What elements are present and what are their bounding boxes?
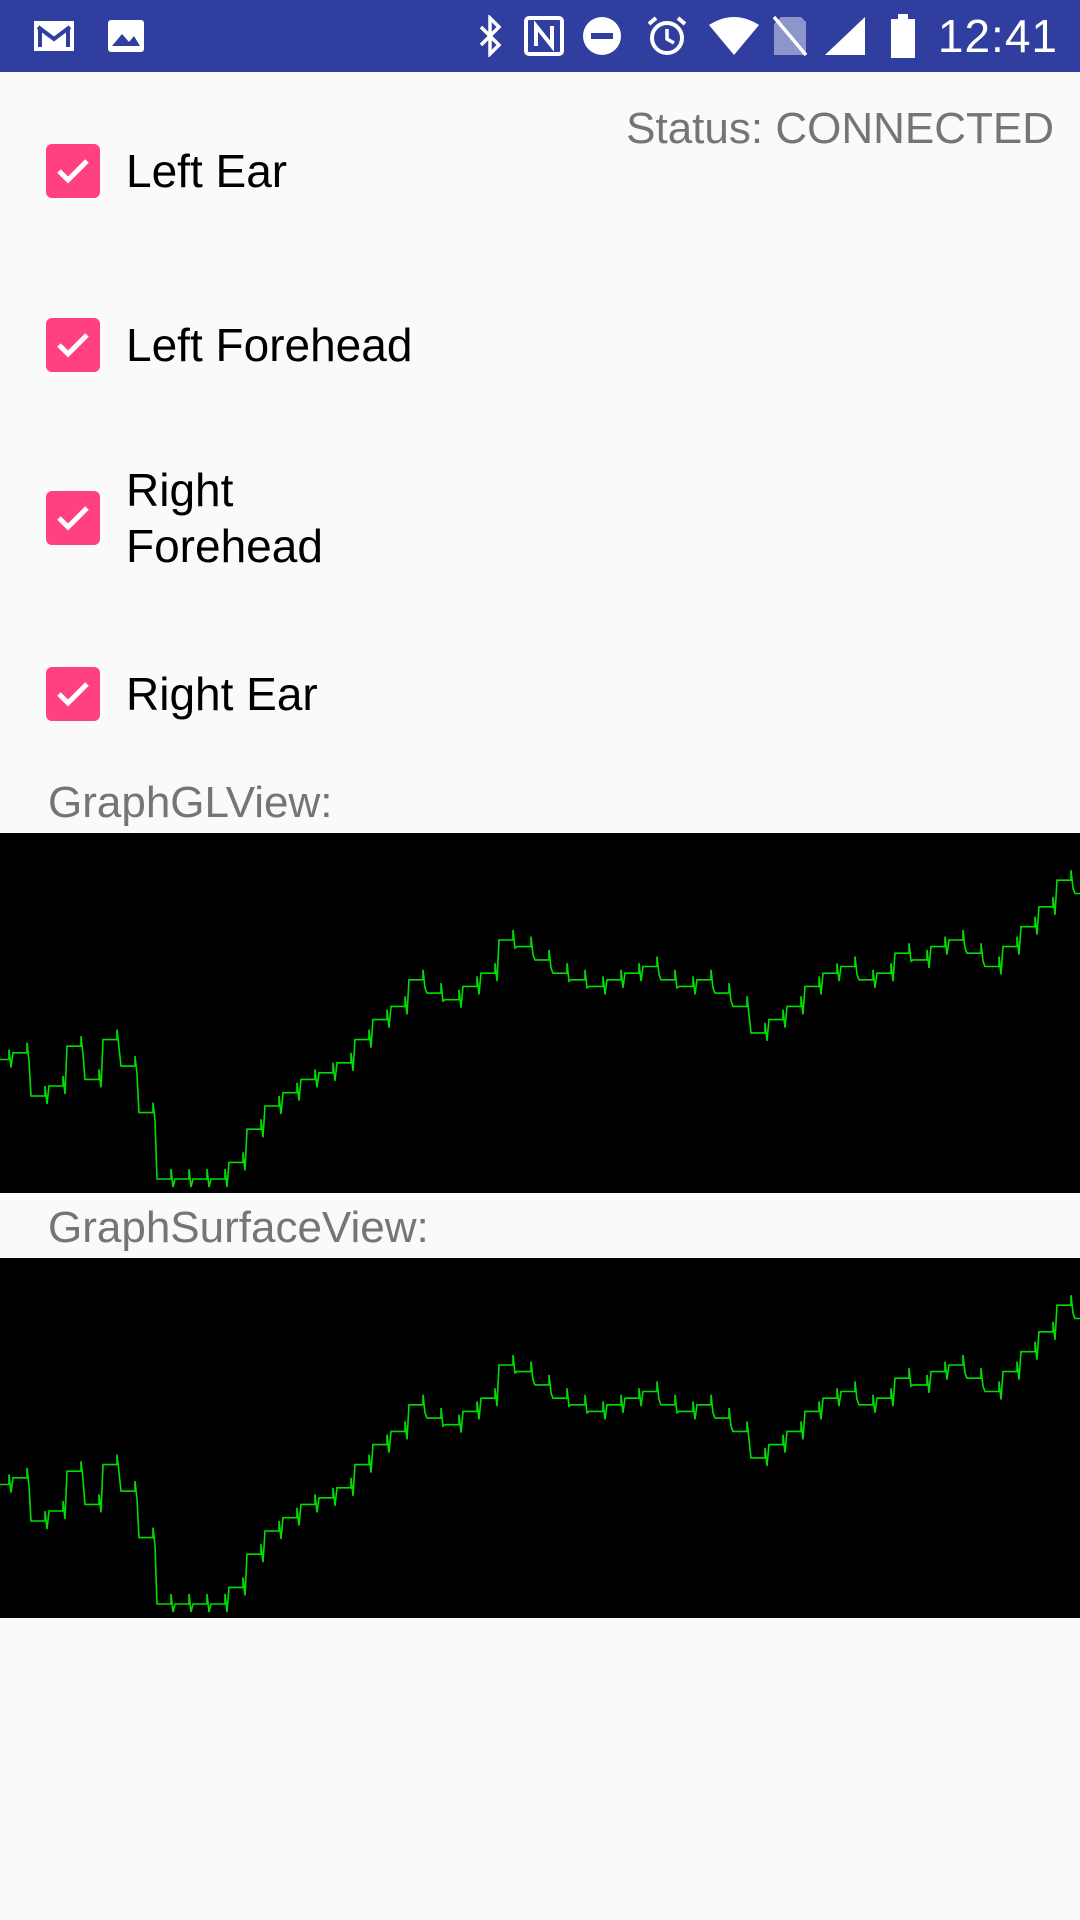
nfc-icon	[522, 0, 566, 72]
checkbox-left-ear[interactable]: Left Ear	[46, 143, 287, 199]
signal-trace	[0, 1295, 1080, 1613]
checkbox-label: Left Ear	[126, 145, 288, 197]
checkbox-checked-icon[interactable]	[46, 491, 100, 545]
checkbox-checked-icon[interactable]	[46, 318, 100, 372]
image-icon	[104, 0, 148, 72]
signal-trace	[0, 870, 1080, 1188]
checkbox-label: Left Forehead	[126, 319, 413, 371]
checkbox-checked-icon[interactable]	[46, 667, 100, 721]
status-bar: 12:41	[0, 0, 1080, 72]
no-sim-icon	[768, 0, 812, 72]
gmail-icon	[32, 0, 76, 72]
graph-gl-plot	[0, 870, 1080, 1188]
checkbox-right-forehead[interactable]: Right Forehead	[46, 462, 356, 574]
wifi-icon	[706, 0, 762, 72]
graph-gl-view	[0, 833, 1080, 1193]
graph-surface-view	[0, 1258, 1080, 1618]
checkbox-left-forehead[interactable]: Left Forehead	[46, 317, 412, 373]
checkbox-right-ear[interactable]: Right Ear	[46, 666, 318, 722]
clock: 12:41	[937, 10, 1058, 62]
battery-icon	[886, 0, 920, 72]
graph-surface-plot	[0, 1295, 1080, 1613]
graph-surface-label: GraphSurfaceView:	[48, 1203, 429, 1252]
checkbox-checked-icon[interactable]	[46, 144, 100, 198]
checkbox-label: Right Ear	[126, 668, 318, 720]
do-not-disturb-icon	[580, 0, 624, 72]
alarm-icon	[644, 0, 690, 72]
bluetooth-icon	[474, 0, 508, 72]
signal-icon	[822, 0, 868, 72]
graph-gl-label: GraphGLView:	[48, 778, 333, 827]
checkbox-label: Right Forehead	[126, 464, 323, 572]
connection-status: Status: CONNECTED	[626, 104, 1054, 153]
